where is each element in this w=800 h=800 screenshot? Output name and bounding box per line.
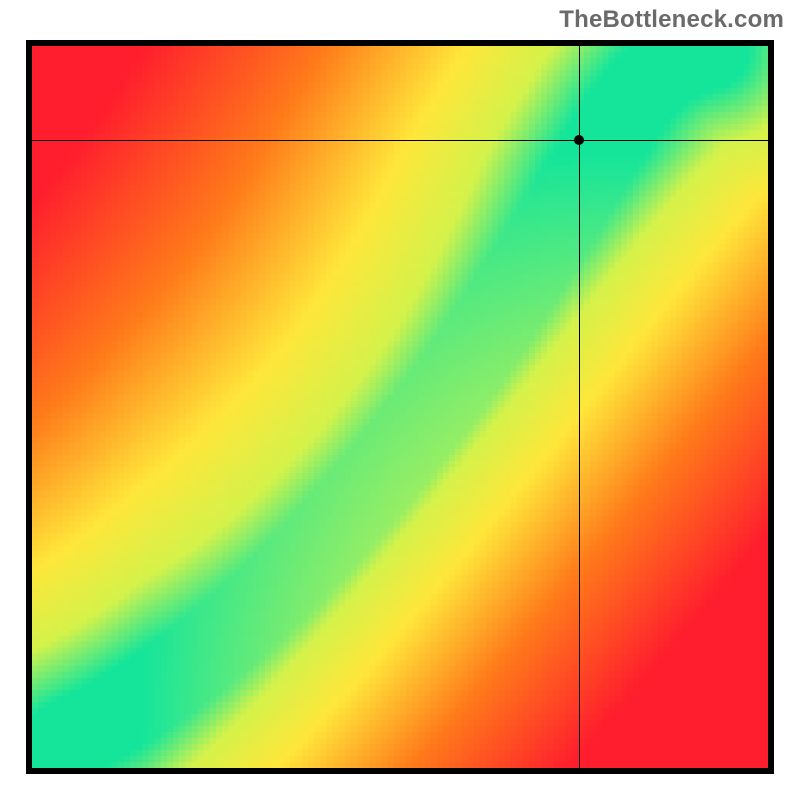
marker-dot [574,135,584,145]
plot-area [32,46,768,768]
crosshair-horizontal [32,140,768,141]
heatmap-canvas [32,46,768,768]
plot-frame [26,40,774,774]
watermark-text: TheBottleneck.com [559,6,784,34]
crosshair-vertical [579,46,580,768]
stage: TheBottleneck.com [0,0,800,800]
